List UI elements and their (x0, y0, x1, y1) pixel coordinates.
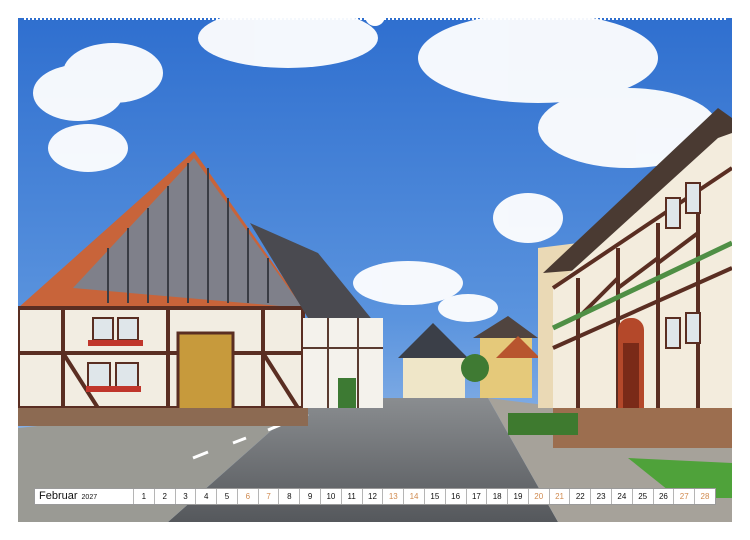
day-cell: 9 (299, 489, 321, 504)
day-cell: 27 (673, 489, 695, 504)
day-cells: 1 2 3 4 5 6 7 8 9 10 11 12 13 14 15 16 17 18 19 20 21 22 23 24 2… (133, 489, 715, 504)
month-label: Februar 2027 (35, 489, 133, 504)
day-cell: 14 (403, 489, 424, 504)
day-cell: 16 (444, 489, 466, 504)
day-cell: 2 (153, 489, 175, 504)
day-cell: 8 (278, 489, 300, 504)
day-cell: 11 (340, 489, 362, 504)
calendar-strip: Februar 2027 1 2 3 4 5 6 7 8 9 10 11 12 13 14 15 16 17 18… (34, 488, 716, 505)
day-cell: 28 (694, 489, 715, 504)
day-cell: 7 (257, 489, 279, 504)
day-cell: 25 (631, 489, 653, 504)
month-name: Februar (39, 490, 78, 502)
day-cell: 26 (652, 489, 674, 504)
day-cell: 18 (486, 489, 508, 504)
month-year: 2027 (81, 494, 98, 501)
day-cell: 6 (236, 489, 258, 504)
day-cell: 3 (174, 489, 196, 504)
day-cell: 1 (133, 489, 154, 504)
day-cell: 22 (569, 489, 591, 504)
day-cell: 24 (610, 489, 632, 504)
village-street-photo (18, 18, 732, 522)
day-cell: 5 (216, 489, 237, 504)
calendar-page: Februar 2027 1 2 3 4 5 6 7 8 9 10 11 12 13 14 15 16 17 18… (0, 0, 750, 540)
day-cell: 12 (361, 489, 383, 504)
day-cell: 21 (548, 489, 570, 504)
photo (18, 18, 732, 522)
day-cell: 13 (382, 489, 404, 504)
day-cell: 19 (507, 489, 528, 504)
day-cell: 23 (590, 489, 611, 504)
day-cell: 17 (465, 489, 487, 504)
day-cell: 4 (195, 489, 217, 504)
day-cell: 20 (527, 489, 549, 504)
day-cell: 10 (320, 489, 341, 504)
day-cell: 15 (423, 489, 445, 504)
